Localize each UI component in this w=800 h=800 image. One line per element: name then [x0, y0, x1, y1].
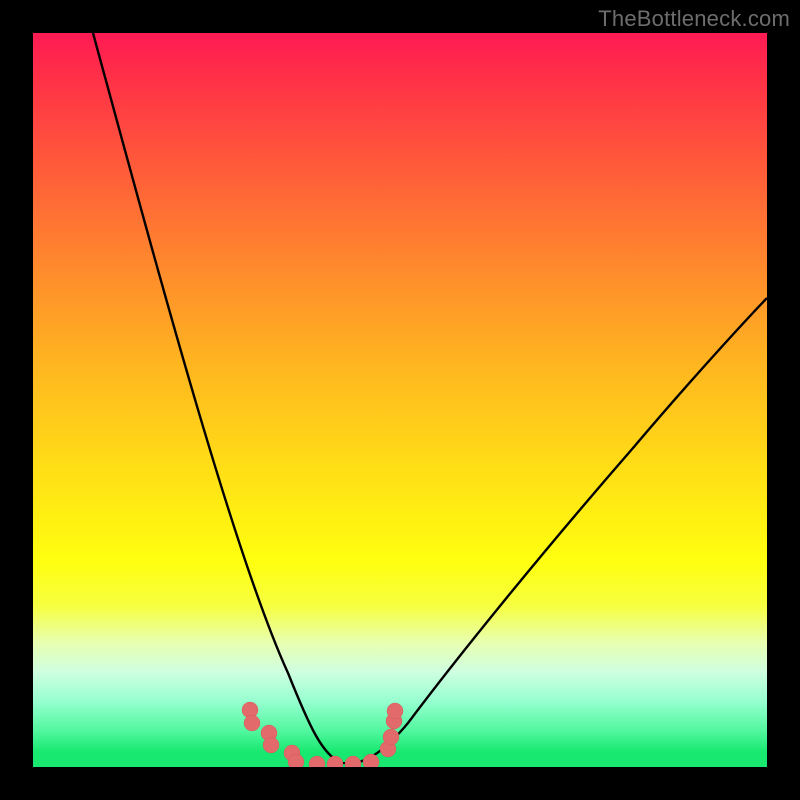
chart-frame: TheBottleneck.com [0, 0, 800, 800]
chart-svg [33, 33, 767, 767]
plot-area [33, 33, 767, 767]
bottom-markers [242, 702, 403, 767]
watermark-text: TheBottleneck.com [598, 6, 790, 32]
bottleneck-curve [93, 33, 767, 763]
